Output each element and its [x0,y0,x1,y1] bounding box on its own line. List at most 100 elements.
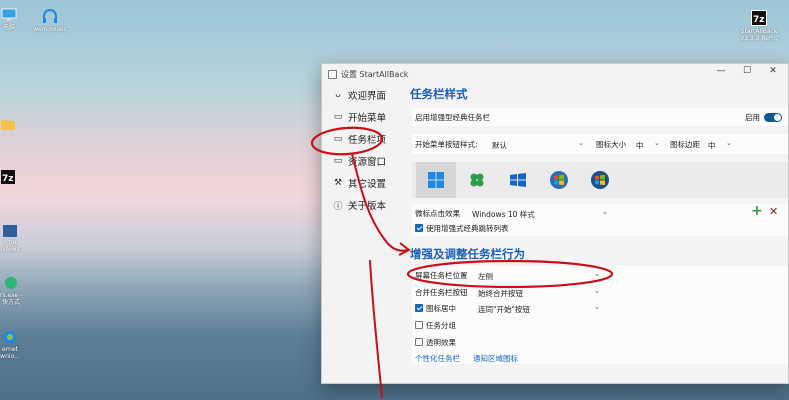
chevron-down-icon: ⌄ [602,208,608,216]
swatch-windows11[interactable] [416,162,456,198]
wrench-icon: ⚒ [333,178,343,188]
title-bar[interactable]: 设置 StartAllBack — ☐ ✕ [322,64,788,84]
group-checkbox[interactable] [415,321,423,329]
select-value: 默认 [492,141,507,150]
select-value: 连同"开始"按钮 [478,305,530,314]
window-title: 设置 StartAllBack [341,69,409,79]
sidebar-item-about[interactable]: ⓘ 关于版本 [322,194,408,216]
sidebar-item-label: 其它设置 [348,179,387,190]
start-menu-icon: ▭ [333,112,343,122]
desktop-icon-app[interactable]: n for ndows [0,225,20,253]
icon-size-label: 图标大小 [596,140,626,149]
desktop-icon-music[interactable]: wsm.music [28,8,72,33]
center-checkbox[interactable] [415,304,423,312]
settings-window: 设置 StartAllBack — ☐ ✕ ᴗ 欢迎界面 ▭ 开始菜单 ▭ 任务栏项 … [321,63,789,384]
select-value: 中 [636,141,644,150]
desktop-icon-label: ernet wnlo... [0,346,20,360]
section-title-behavior: 增强及调整任务栏行为 [410,247,525,261]
chevron-down-icon: ⌄ [594,303,600,311]
desktop-icon-label: n for ndows [0,239,20,253]
remove-button[interactable]: ✕ [769,205,778,218]
folder-icon [1,120,15,130]
swatch-windows10[interactable] [498,162,538,198]
add-button[interactable]: + [751,203,763,219]
windows10-logo-icon [510,173,526,187]
info-icon: ⓘ [333,201,343,212]
center-option[interactable]: 图标居中 [415,303,456,314]
personalize-taskbar-link[interactable]: 个性化任务栏 [415,353,460,364]
jumplist-option[interactable]: 使用增强式经典跳转列表 [415,223,509,234]
start-button-style-label: 开始菜单按钮样式: [415,140,478,149]
clover-icon [470,173,484,187]
maximize-button[interactable]: ☐ [734,66,760,76]
desktop-icon-computer[interactable]: 电脑 [0,8,18,31]
click-effect-label: 微标点击效果 [415,209,460,218]
headphones-icon [43,9,57,23]
transparent-option[interactable]: 透明效果 [415,337,456,348]
sidebar-item-label: 关于版本 [348,201,387,212]
windows11-logo-icon [428,172,444,188]
desktop-icon-startallback[interactable]: 7z StartAllBack v3.3.3 ReP... [730,10,788,42]
explorer-icon: ▭ [333,156,343,166]
7zip-icon: 7z [1,170,15,184]
swatch-clover[interactable] [457,162,497,198]
start-button-style-select[interactable]: 默认 ⌄ [488,137,588,150]
center-select[interactable]: 连同"开始"按钮 ⌄ [474,301,604,314]
click-effect-select[interactable]: Windows 10 样式 ⌄ [468,206,612,219]
chevron-down-icon: ⌄ [594,270,600,278]
sidebar-item-explorer[interactable]: ▭ 资源窗口 [322,150,408,172]
minimize-button[interactable]: — [708,66,734,76]
transparent-label: 透明效果 [426,338,456,347]
notification-icons-link[interactable]: 通知区域图标 [473,353,518,364]
chevron-down-icon: ⌄ [654,139,660,147]
enable-label: 启用增强型经典任务栏 [415,113,490,122]
combine-select[interactable]: 始终合并按钮 ⌄ [474,285,604,298]
icon-margin-label: 图标边距 [670,140,700,149]
smile-icon: ᴗ [335,90,341,100]
enable-toggle[interactable] [764,113,782,122]
chevron-down-icon: ⌄ [726,139,732,147]
group-label: 任务分组 [426,321,456,330]
edge-icon [5,277,17,289]
section-title-taskbar-style: 任务栏样式 [410,87,468,101]
click-effect-row: 微标点击效果 Windows 10 样式 ⌄ 使用增强式经典跳转列表 + ✕ [412,203,788,236]
select-value: 左侧 [478,272,493,281]
sidebar-item-other[interactable]: ⚒ 其它设置 [322,172,408,194]
swatch-vista[interactable] [580,162,620,198]
desktop-icon-folder[interactable] [0,118,16,132]
swatch-windows7[interactable] [539,162,579,198]
desktop-icon-7zip[interactable]: 7z [0,170,16,186]
behavior-card: 屏幕任务栏位置 左侧 ⌄ 合并任务栏按钮 始终合并按钮 ⌄ 图标居中 连同"开始"按… [412,266,788,364]
ie-icon [4,331,16,343]
position-select[interactable]: 左侧 ⌄ [474,268,604,281]
enable-row: 启用增强型经典任务栏 启用 [412,108,788,126]
start-button-swatches [412,162,788,198]
desktop-icon-shortcut[interactable]: rs.exe - 快方式 [0,276,22,306]
sidebar-item-label: 欢迎界面 [348,91,387,102]
jumplist-label: 使用增强式经典跳转列表 [426,224,509,233]
svg-text:7z: 7z [2,174,14,184]
sidebar-item-welcome[interactable]: ᴗ 欢迎界面 [322,84,408,106]
app-icon [3,225,17,237]
enable-state-label: 启用 [745,113,760,122]
desktop-icon-label: StartAllBack v3.3.3 ReP... [740,28,778,42]
group-option[interactable]: 任务分组 [415,320,456,331]
jumplist-checkbox[interactable] [415,224,423,232]
position-label: 屏幕任务栏位置 [415,271,468,280]
icon-margin-select[interactable]: 中 ⌄ [704,137,736,150]
select-value: Windows 10 样式 [472,210,535,219]
icon-size-select[interactable]: 中 ⌄ [632,137,664,150]
close-button[interactable]: ✕ [760,66,786,76]
desktop-icon-internet[interactable]: ernet wnlo... [0,330,20,360]
sidebar-item-label: 资源窗口 [348,157,387,168]
svg-text:7z: 7z [753,15,765,25]
windows7-orb-icon [550,171,568,189]
transparent-checkbox[interactable] [415,338,423,346]
windows-vista-orb-icon [591,171,609,189]
7zip-icon: 7z [751,10,767,26]
sidebar-item-taskbar[interactable]: ▭ 任务栏项 [322,128,408,150]
sidebar-item-start-menu[interactable]: ▭ 开始菜单 [322,106,408,128]
desktop-icon-label: rs.exe - 快方式 [0,292,23,306]
select-value: 始终合并按钮 [478,289,523,298]
chevron-down-icon: ⌄ [578,139,584,147]
